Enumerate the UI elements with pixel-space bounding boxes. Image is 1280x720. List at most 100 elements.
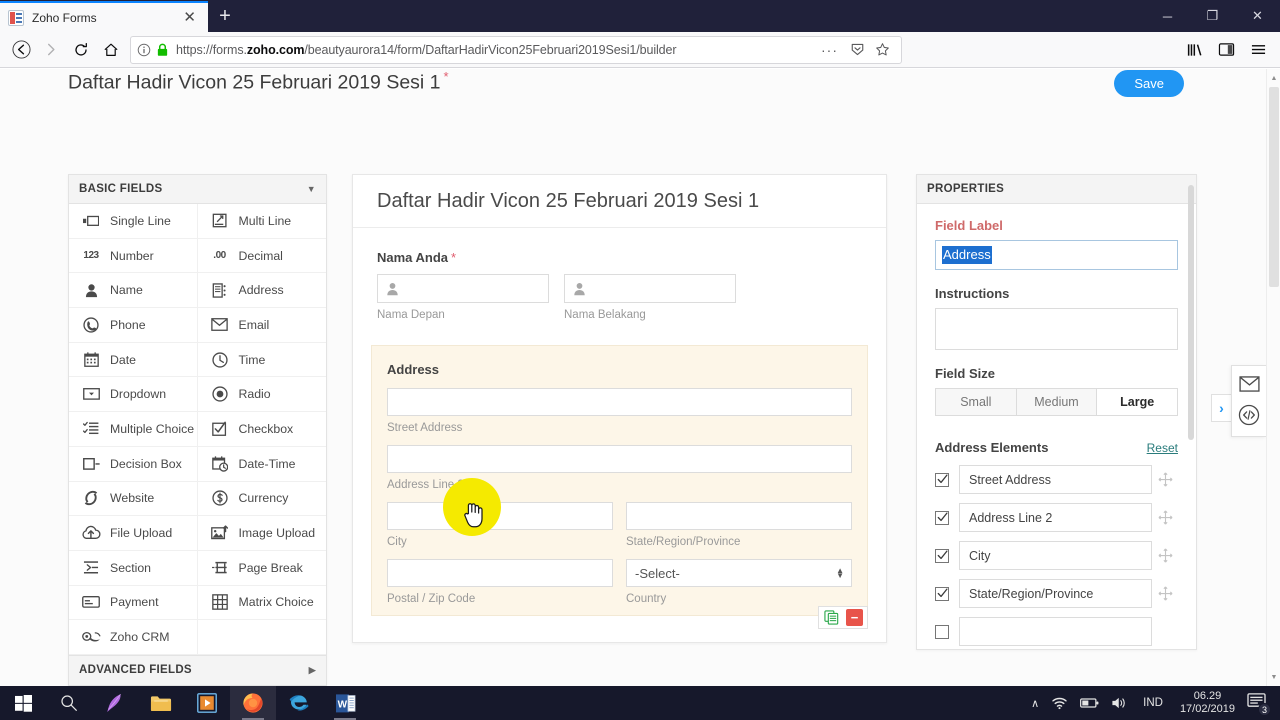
basic-fields-header[interactable]: BASIC FIELDS ▼ [69,175,326,204]
home-icon[interactable] [96,36,126,64]
page-scrollbar[interactable]: ▲ ▼ [1266,69,1280,686]
close-icon[interactable]: ✕ [179,10,200,25]
advanced-fields-header[interactable]: ADVANCED FIELDS ▶ [69,654,326,685]
show-hidden-icons[interactable]: ∧ [1025,697,1045,710]
url-bar[interactable]: https://forms.zoho.com/beautyaurora14/fo… [130,35,902,64]
shield-pocket-icon[interactable] [845,42,870,57]
battery-icon[interactable] [1074,697,1105,709]
reload-icon[interactable] [66,36,96,64]
address-element-input[interactable]: State/Region/Province [959,579,1152,608]
field-type-page-break[interactable]: Page Break [197,550,326,586]
first-name-input[interactable] [377,274,549,303]
street-address-input[interactable] [387,388,852,416]
delete-icon[interactable]: − [846,609,863,626]
form-field-name[interactable]: Nama Anda * Nama Depan Nama Belakang [353,228,886,321]
field-type-decision-box[interactable]: Decision Box [69,446,198,482]
field-type-radio[interactable]: Radio [197,377,326,413]
checkbox-icon[interactable] [935,586,949,601]
field-type-email[interactable]: Email [197,308,326,343]
field-label-input[interactable]: Address [935,240,1178,270]
checkbox-icon[interactable] [935,472,949,487]
close-window-icon[interactable]: ✕ [1235,0,1280,32]
last-name-input[interactable] [564,274,736,303]
forward-icon[interactable] [36,36,66,64]
address-element-input[interactable]: City [959,541,1152,570]
field-type-address[interactable]: Address [197,273,326,309]
city-input[interactable] [387,502,613,530]
field-type-zoho-crm[interactable]: Zoho CRM [69,620,198,655]
page-info-icon[interactable] [137,43,151,57]
address-line2-input[interactable] [387,445,852,473]
envelope-icon[interactable] [1238,376,1260,392]
drag-handle-icon[interactable] [1152,586,1178,601]
field-type-name[interactable]: Name [69,273,198,309]
field-type-date-time[interactable]: Date-Time [197,446,326,482]
flyout-toggle-button[interactable]: › [1211,394,1231,422]
address-element-input[interactable] [959,617,1152,646]
reset-link[interactable]: Reset [1147,441,1178,455]
media-icon[interactable] [184,686,230,720]
country-select[interactable]: -Select- ▲ ▼ [626,559,852,587]
ie-icon[interactable] [276,686,322,720]
checkbox-icon[interactable] [935,624,949,639]
language-indicator[interactable]: IND [1134,697,1172,709]
postal-code-input[interactable] [387,559,613,587]
field-type-section[interactable]: Section [69,550,198,586]
field-type-date[interactable]: Date [69,342,198,378]
field-type-image-upload[interactable]: Image Upload [197,516,326,551]
duplicate-icon[interactable] [823,609,840,626]
field-type-matrix-choice[interactable]: Matrix Choice [197,585,326,621]
form-header-title[interactable]: Daftar Hadir Vicon 25 Februari 2019 Sesi… [353,175,886,228]
instructions-textarea[interactable] [935,308,1178,350]
scroll-up-icon[interactable]: ▲ [1267,71,1280,85]
save-button[interactable]: Save [1114,70,1184,97]
field-type-checkbox[interactable]: Checkbox [197,412,326,447]
form-field-address[interactable]: Address Street Address Address Line 2 Ci… [371,345,868,629]
browser-tab-zoho-forms[interactable]: Zoho Forms ✕ [0,1,208,32]
minimize-icon[interactable]: ─ [1145,0,1190,32]
field-type-dropdown[interactable]: Dropdown [69,377,198,413]
back-icon[interactable] [6,36,36,64]
field-size-medium[interactable]: Medium [1016,389,1098,415]
new-tab-button[interactable]: + [208,1,242,32]
field-type-file-upload[interactable]: File Upload [69,516,198,551]
field-size-large[interactable]: Large [1097,389,1178,415]
field-type-number[interactable]: 123 Number [69,238,198,274]
wifi-icon[interactable] [1045,696,1074,710]
properties-scrollbar[interactable] [1188,185,1194,440]
field-type-currency[interactable]: Currency [197,481,326,517]
field-type-multiple-choice[interactable]: Multiple Choice [69,412,198,447]
field-type-payment[interactable]: Payment [69,585,198,621]
embed-code-icon[interactable] [1238,404,1260,426]
field-size-small[interactable]: Small [936,389,1017,415]
state-input[interactable] [626,502,852,530]
sidebar-icon[interactable] [1210,36,1242,64]
field-type-multi-line[interactable]: Multi Line [197,204,326,239]
field-type-decimal[interactable]: .00 Decimal [197,238,326,274]
drag-handle-icon[interactable] [1152,548,1178,563]
scroll-down-icon[interactable]: ▼ [1267,670,1280,684]
firefox-icon[interactable] [230,686,276,720]
drag-handle-icon[interactable] [1152,472,1178,487]
page-scrollbar-thumb[interactable] [1269,87,1279,287]
feather-icon[interactable] [92,686,138,720]
field-type-single-line[interactable]: Single Line [69,204,198,239]
address-element-input[interactable]: Street Address [959,465,1152,494]
page-title[interactable]: Daftar Hadir Vicon 25 Februari 2019 Sesi… [68,69,449,95]
field-type-website[interactable]: Website [69,481,198,517]
field-type-phone[interactable]: Phone [69,308,198,343]
maximize-icon[interactable]: ❐ [1190,0,1235,32]
bookmark-star-icon[interactable] [870,42,895,57]
checkbox-icon[interactable] [935,548,949,563]
volume-icon[interactable] [1105,696,1134,710]
field-type-time[interactable]: Time [197,342,326,378]
search-icon[interactable] [46,686,92,720]
library-icon[interactable] [1178,36,1210,64]
page-actions-icon[interactable]: ··· [814,42,845,58]
clock[interactable]: 06.29 17/02/2019 [1172,690,1243,716]
hamburger-menu-icon[interactable] [1242,36,1274,64]
word-icon[interactable]: W [322,686,368,720]
checkbox-icon[interactable] [935,510,949,525]
start-button[interactable] [0,686,46,720]
action-center-icon[interactable]: 3 [1243,692,1274,716]
